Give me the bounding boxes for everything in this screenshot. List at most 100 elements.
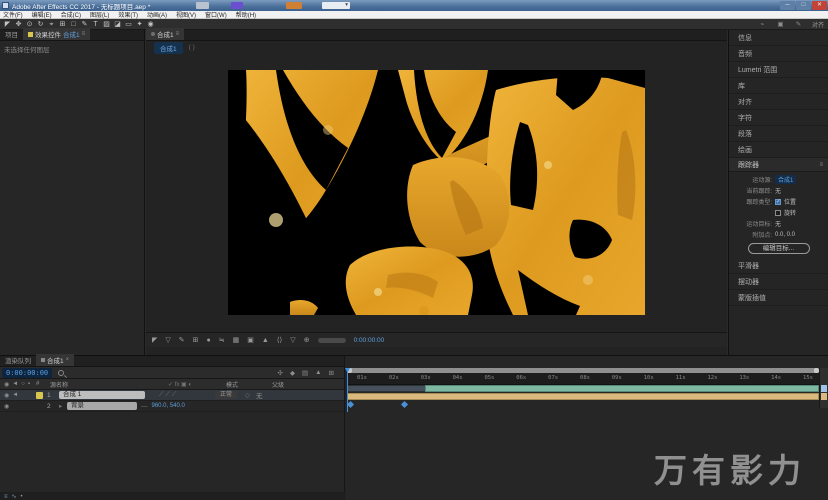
comp-toolbar-icon[interactable]: ● bbox=[207, 337, 211, 344]
menu-item[interactable]: 文件(F) bbox=[3, 10, 23, 19]
panel-header[interactable]: 段落 bbox=[729, 126, 828, 142]
panel-menu-icon[interactable]: ≡ bbox=[176, 31, 180, 37]
property-value[interactable]: 960.0, 540.0 bbox=[152, 403, 185, 409]
keyframe-icon[interactable] bbox=[346, 400, 355, 409]
comp-toolbar-icon[interactable]: ▽ bbox=[165, 336, 170, 344]
comp-toolbar-icon[interactable]: ⊕ bbox=[304, 336, 310, 344]
align-label[interactable]: 对齐 bbox=[812, 20, 824, 29]
comp-toolbar-icon[interactable]: ≒ bbox=[219, 336, 225, 344]
composition-viewport[interactable] bbox=[228, 70, 645, 315]
timeline-toggle-icon[interactable]: ◆ bbox=[290, 369, 295, 377]
parent-column[interactable]: 父级 bbox=[272, 380, 284, 389]
menu-item[interactable]: 编辑(E) bbox=[32, 10, 52, 19]
label-color-chip[interactable] bbox=[36, 391, 43, 399]
pen-small-icon[interactable]: ✎ bbox=[794, 20, 803, 29]
tab-composition[interactable]: 合成1 ≡ bbox=[146, 28, 185, 40]
window-title: Adobe After Effects CC 2017 - 无标题项目.aep … bbox=[12, 3, 151, 11]
comp-toolbar-icon[interactable]: ▲ bbox=[262, 337, 269, 344]
panel-header[interactable]: 字符 bbox=[729, 110, 828, 126]
ruler-tick: 06s bbox=[516, 375, 527, 381]
tool-bar: ◤ ✥ ⊙ ↻ ⌖ ⊞ □ ✎ T ▨ ◪ ▭ ✦ ◉ ⌁ ▣ ✎ 对齐 bbox=[0, 19, 828, 30]
tab-project[interactable]: 项目 bbox=[0, 28, 23, 40]
magnification-slider[interactable] bbox=[317, 337, 346, 343]
panel-menu-icon[interactable]: ≡ bbox=[82, 31, 86, 37]
search-icon[interactable] bbox=[58, 369, 65, 376]
comp-toolbar-icon[interactable]: ⊞ bbox=[193, 336, 199, 344]
menu-item[interactable]: 动画(A) bbox=[147, 10, 167, 19]
layer-name-field[interactable]: 背景 bbox=[67, 402, 137, 410]
layer-2-duration-bar[interactable] bbox=[347, 393, 819, 400]
taskbar-chip-dropdown[interactable]: ▾ bbox=[322, 2, 350, 9]
composition-breadcrumb[interactable]: 合成1 bbox=[154, 41, 183, 54]
layer-row-2[interactable]: ◉ 2 ▸ 背景 — 960.0, 540.0 bbox=[0, 401, 344, 412]
timeline-bottom-icon[interactable]: ≡ bbox=[4, 494, 8, 500]
timeline-toggle-icon[interactable]: ⊞ bbox=[329, 369, 334, 377]
timeline-toggle-icon[interactable]: ✣ bbox=[278, 369, 283, 377]
menu-item[interactable]: 窗口(W) bbox=[205, 10, 227, 19]
comp-dot-icon bbox=[151, 32, 155, 36]
timeline-bottom-icon[interactable]: ∿ bbox=[12, 493, 17, 500]
panel-header[interactable]: 摆动器 bbox=[729, 274, 828, 290]
maximize-button[interactable]: □ bbox=[796, 1, 811, 10]
eye-icon[interactable]: ◉ bbox=[4, 403, 9, 410]
minimize-button[interactable]: ─ bbox=[780, 1, 795, 10]
tool-icon[interactable]: ✦ bbox=[135, 20, 144, 29]
track-scrollbar[interactable] bbox=[819, 368, 828, 408]
taskbar-chip-orange bbox=[286, 2, 302, 9]
layer-row-1[interactable]: ◉ ◄ 1 合成 1 ⟋ ⟋ ⟋ 正常 ◇ 无 bbox=[0, 390, 344, 401]
menu-item[interactable]: 帮助(H) bbox=[236, 10, 256, 19]
motion-source-dropdown[interactable]: 合成1 bbox=[775, 175, 797, 184]
comp-toolbar-icon[interactable]: ▦ bbox=[233, 336, 240, 344]
tab-render-queue[interactable]: 渲染队列 bbox=[0, 354, 36, 366]
timeline-toggle-icon[interactable]: ▤ bbox=[302, 369, 308, 377]
panel-header[interactable]: 平滑器 bbox=[729, 258, 828, 274]
panel-header[interactable]: 音频 bbox=[729, 46, 828, 62]
current-time-field[interactable]: 0:00:00:00 bbox=[2, 367, 53, 378]
panel-header[interactable]: 信息 bbox=[729, 30, 828, 46]
tab-timeline-comp[interactable]: 合成1 × bbox=[36, 354, 75, 366]
eye-icon[interactable]: ◉ bbox=[4, 392, 9, 399]
tool-icon[interactable]: ▨ bbox=[102, 20, 111, 29]
menu-item[interactable]: 效果(T) bbox=[118, 10, 138, 19]
edit-target-button[interactable]: 编辑目标... bbox=[747, 243, 810, 254]
comp-timecode[interactable]: 0:00:00:00 bbox=[354, 337, 385, 344]
mode-column[interactable]: 模式 bbox=[226, 380, 272, 389]
ruler-tick: 03s bbox=[420, 375, 431, 381]
menu-item[interactable]: 图层(L) bbox=[90, 10, 109, 19]
comp-toolbar-icon[interactable]: ▽ bbox=[290, 336, 295, 344]
layer-1-duration-bar[interactable] bbox=[347, 385, 819, 392]
panel-header[interactable]: 对齐 bbox=[729, 94, 828, 110]
tool-icon[interactable]: T bbox=[91, 20, 100, 29]
keyframe-icon[interactable] bbox=[400, 400, 409, 409]
position-checkbox[interactable]: ✓ bbox=[775, 198, 781, 205]
parent-dropdown[interactable]: 无 bbox=[256, 390, 263, 400]
timeline-bottom-icon[interactable]: • bbox=[21, 494, 23, 500]
tool-icon[interactable]: ▭ bbox=[124, 20, 133, 29]
comp-toolbar-icon[interactable]: ▣ bbox=[247, 336, 254, 344]
av-column-icon: ◉ bbox=[4, 381, 10, 388]
comp-toolbar-icon[interactable]: ✎ bbox=[179, 336, 185, 344]
timeline-toggle-icon[interactable]: ▲ bbox=[315, 369, 321, 377]
workspace-icon[interactable]: ▣ bbox=[776, 20, 785, 29]
panel-header[interactable]: 库 bbox=[729, 78, 828, 94]
menu-item[interactable]: 视图(V) bbox=[176, 10, 196, 19]
comp-toolbar-icon[interactable]: ⟨⟩ bbox=[277, 336, 282, 344]
panel-header[interactable]: Lumetri 范围 bbox=[729, 62, 828, 78]
rotation-checkbox[interactable] bbox=[775, 209, 781, 216]
source-name-column[interactable]: 源名称 bbox=[50, 380, 168, 389]
tracker-panel-header[interactable]: 跟踪器 ≡ bbox=[729, 158, 828, 172]
menu-item[interactable]: 合成(C) bbox=[61, 10, 81, 19]
blend-mode-dropdown[interactable]: 正常 bbox=[215, 391, 238, 399]
panel-menu-icon[interactable]: ≡ bbox=[819, 162, 823, 168]
layer-name-edit-field[interactable]: 合成 1 bbox=[59, 391, 145, 399]
panel-header[interactable]: 绘画 bbox=[729, 142, 828, 158]
close-tab-icon[interactable]: × bbox=[66, 357, 70, 363]
panel-header[interactable]: 蒙版插值 bbox=[729, 290, 828, 306]
close-button[interactable]: ✕ bbox=[812, 1, 827, 10]
snap-icon[interactable]: ⌁ bbox=[758, 20, 767, 29]
current-time-indicator[interactable] bbox=[345, 368, 350, 412]
tab-effect-controls[interactable]: 效果控件 合成1 ≡ bbox=[23, 28, 91, 40]
time-ruler[interactable]: 01s 02s 03s 04s 05s 06s 07s 08s 09s 10s 11s 12s 13s 1… bbox=[347, 373, 819, 385]
comp-toolbar-icon[interactable]: ◤ bbox=[152, 336, 157, 344]
tool-icon[interactable]: ◪ bbox=[113, 20, 122, 29]
